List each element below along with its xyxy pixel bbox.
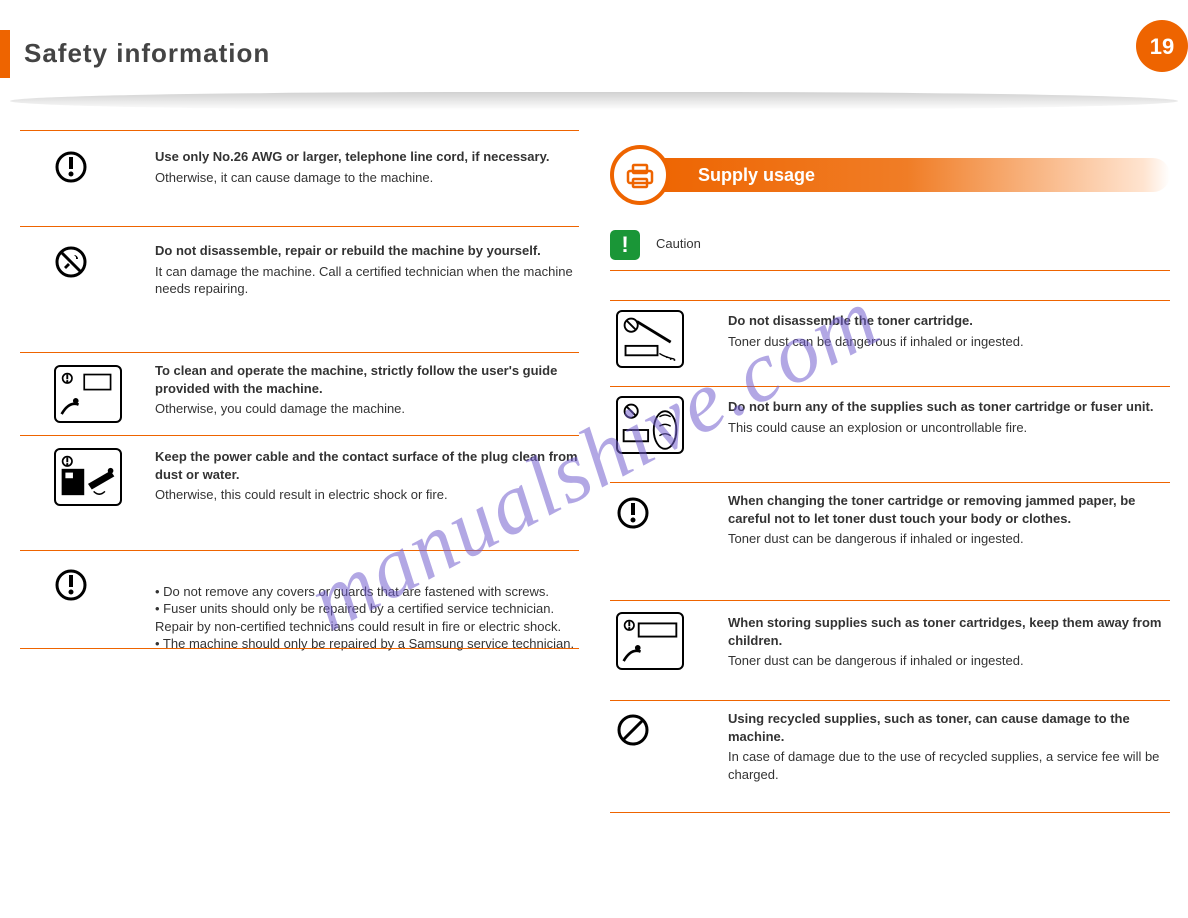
row-text: • Do not remove any covers or guards tha…	[155, 565, 593, 653]
clean-plug-icon	[54, 448, 122, 506]
row-bold: When changing the toner cartridge or rem…	[728, 492, 1166, 527]
row-body: Toner dust can be dangerous if inhaled o…	[728, 334, 1024, 349]
row-bold: Use only No.26 AWG or larger, telephone …	[155, 148, 593, 166]
divider	[610, 300, 1170, 301]
row-bold: When storing supplies such as toner cart…	[728, 614, 1166, 649]
warning-icon	[54, 150, 88, 189]
row-body: Toner dust can be dangerous if inhaled o…	[728, 653, 1024, 668]
divider	[610, 700, 1170, 701]
row-bold: Do not burn any of the supplies such as …	[728, 398, 1166, 416]
row-text: Do not disassemble the toner cartridge. …	[728, 312, 1166, 350]
page: Safety information 19 Use only No.26 AWG…	[0, 0, 1188, 918]
page-title: Safety information	[24, 38, 270, 69]
no-disassemble-icon	[616, 310, 684, 368]
divider	[610, 600, 1170, 601]
page-number: 19	[1147, 34, 1177, 60]
no-repair-icon	[54, 245, 88, 284]
row-text: Do not burn any of the supplies such as …	[728, 398, 1166, 436]
header-tab	[0, 30, 10, 78]
row-body: It can damage the machine. Call a certif…	[155, 264, 573, 297]
printer-icon	[610, 145, 670, 205]
manual-icon	[54, 365, 122, 423]
row-body: In case of damage due to the use of recy…	[728, 749, 1159, 782]
row-body: Otherwise, it can cause damage to the ma…	[155, 170, 433, 185]
no-burn-icon	[616, 396, 684, 454]
divider	[20, 352, 579, 353]
warning-icon	[616, 496, 650, 535]
divider	[20, 130, 579, 131]
row-text: Use only No.26 AWG or larger, telephone …	[155, 148, 593, 186]
row-body: Toner dust can be dangerous if inhaled o…	[728, 531, 1024, 546]
row-bold: Keep the power cable and the contact sur…	[155, 448, 593, 483]
row-text: Do not disassemble, repair or rebuild th…	[155, 242, 593, 298]
divider	[610, 812, 1170, 813]
caution-text: Caution	[656, 235, 1166, 253]
divider	[20, 648, 579, 649]
row-bold: Using recycled supplies, such as toner, …	[728, 710, 1166, 745]
divider	[20, 550, 579, 551]
warning-icon	[54, 568, 88, 607]
row-bold: Do not disassemble, repair or rebuild th…	[155, 242, 593, 260]
caution-badge-icon: !	[610, 230, 640, 260]
row-body: This could cause an explosion or uncontr…	[728, 420, 1027, 435]
row-text: When storing supplies such as toner cart…	[728, 614, 1166, 670]
store-supply-icon	[616, 612, 684, 670]
prohibit-icon	[616, 713, 650, 752]
divider	[610, 482, 1170, 483]
row-bold: To clean and operate the machine, strict…	[155, 362, 593, 397]
row-body: Otherwise, this could result in electric…	[155, 487, 448, 502]
row-bold: Do not disassemble the toner cartridge.	[728, 312, 1166, 330]
header-shadow	[10, 92, 1178, 110]
divider	[610, 270, 1170, 271]
row-text: Using recycled supplies, such as toner, …	[728, 710, 1166, 783]
divider	[20, 435, 579, 436]
row-text: Keep the power cable and the contact sur…	[155, 448, 593, 504]
row-text: When changing the toner cartridge or rem…	[728, 492, 1166, 548]
row-text: To clean and operate the machine, strict…	[155, 362, 593, 418]
section-title: Supply usage	[644, 158, 1170, 192]
row-body: • Do not remove any covers or guards tha…	[155, 584, 574, 652]
divider	[20, 226, 579, 227]
divider	[610, 386, 1170, 387]
row-body: Otherwise, you could damage the machine.	[155, 401, 405, 416]
